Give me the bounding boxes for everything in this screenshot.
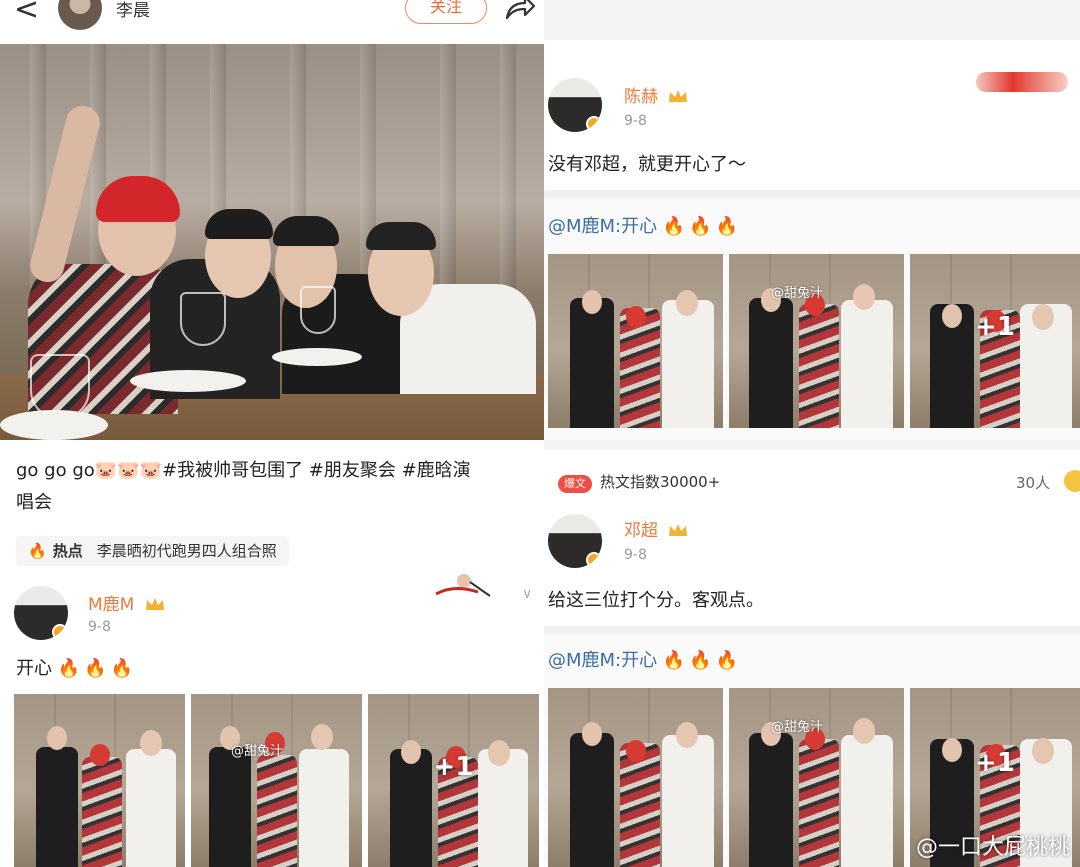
comment-date: 9-8 xyxy=(624,113,647,129)
comment-image-1[interactable] xyxy=(14,694,185,867)
commenter-avatar[interactable] xyxy=(14,586,68,640)
commenter-name-text: M鹿M xyxy=(88,595,135,615)
crown-icon xyxy=(669,90,688,102)
verified-badge-icon xyxy=(586,552,602,568)
fire-emojis: 🔥🔥🔥 xyxy=(662,650,743,671)
mention-link[interactable]: @M鹿M:开心 🔥🔥🔥 xyxy=(548,646,742,672)
hot-index-row: 爆文 热文指数30000+ 30人 xyxy=(544,450,1080,500)
comment-card-chenhe: 陈赫 9-8 没有邓超，就更开心了～ xyxy=(544,40,1080,190)
author-name[interactable]: 李晨 xyxy=(116,0,150,21)
commenter-avatar[interactable] xyxy=(548,78,602,132)
smile-emoji-icon xyxy=(1064,470,1080,492)
commenter-name-text: 陈赫 xyxy=(624,87,658,107)
hot-topic-bar[interactable]: 🔥 热点 李晨晒初代跑男四人组合照 xyxy=(16,536,289,566)
commenter-name[interactable]: M鹿M xyxy=(88,590,166,615)
mention-text: @M鹿M:开心 xyxy=(548,650,658,671)
top-bar: < 李晨 关注 xyxy=(0,0,544,40)
chevron-down-icon[interactable]: ∨ xyxy=(522,586,532,602)
crown-icon xyxy=(669,524,688,536)
hot-label: 热点 xyxy=(52,542,83,560)
comment-image-2[interactable]: @甜兔汁 xyxy=(191,694,362,867)
fire-emojis: 🔥🔥🔥 xyxy=(57,658,137,679)
verified-badge-icon xyxy=(586,116,602,132)
watermark-text: @甜兔汁 xyxy=(771,720,824,735)
fire-emojis: 🔥🔥🔥 xyxy=(662,216,743,237)
commenter-avatar[interactable] xyxy=(548,514,602,568)
post-caption-line1: go go go🐷🐷🐷#我被帅哥包围了 #朋友聚会 #鹿晗演 xyxy=(16,460,471,481)
post-caption-line2: 唱会 xyxy=(16,492,52,513)
sticker-icon xyxy=(435,574,491,597)
mention-link[interactable]: @M鹿M:开心 🔥🔥🔥 xyxy=(548,212,742,238)
comment-image-1[interactable] xyxy=(548,688,723,867)
commenter-name-text: 邓超 xyxy=(624,521,658,541)
watermark-text: @甜兔汁 xyxy=(771,286,824,301)
comment-text: 开心 🔥🔥🔥 xyxy=(16,654,137,680)
comment-image-2[interactable]: @甜兔汁 xyxy=(729,254,904,428)
commenter-name[interactable]: 邓超 xyxy=(624,516,689,541)
post-photo[interactable] xyxy=(0,44,544,440)
comment-text: 没有邓超，就更开心了～ xyxy=(548,154,746,175)
footer-watermark: @一口大屁桃桃 xyxy=(915,835,1070,860)
more-images-count: +1 xyxy=(975,312,1015,343)
follow-button[interactable]: 关注 xyxy=(405,0,487,24)
comment-image-3[interactable]: +1 xyxy=(368,694,539,867)
comment-date: 9-8 xyxy=(624,547,647,563)
mention-text: @M鹿M:开心 xyxy=(548,216,658,237)
comment-date: 9-8 xyxy=(88,619,111,635)
back-button[interactable]: < xyxy=(14,0,44,25)
hot-index[interactable]: 爆文 热文指数30000+ xyxy=(558,472,720,493)
comment-text: 给这三位打个分。客观点。 xyxy=(548,590,764,611)
verified-badge-icon xyxy=(52,624,68,640)
comment-image-1[interactable] xyxy=(548,254,723,428)
comment-text-body: 开心 xyxy=(16,658,52,679)
fire-icon: 🔥 xyxy=(28,542,47,560)
comment-image-2[interactable]: @甜兔汁 xyxy=(729,688,904,867)
comment-card-dengchao: 邓超 9-8 给这三位打个分。客观点。 xyxy=(544,500,1080,626)
divider xyxy=(544,626,1080,634)
divider xyxy=(544,190,1080,198)
avatar[interactable] xyxy=(58,0,102,30)
share-icon[interactable] xyxy=(503,0,537,22)
people-count: 30人 xyxy=(1016,474,1051,492)
hot-badge: 爆文 xyxy=(558,475,592,493)
commenter-name[interactable]: 陈赫 xyxy=(624,82,689,107)
more-images-count: +1 xyxy=(975,748,1015,779)
more-images-count: +1 xyxy=(433,751,474,782)
comment-image-3[interactable]: +1 xyxy=(910,254,1080,428)
quoted-comment-1[interactable]: @M鹿M:开心 🔥🔥🔥 @甜兔汁 +1 xyxy=(544,198,1080,440)
decorative-banner xyxy=(976,72,1068,92)
right-comments-panel: 陈赫 9-8 没有邓超，就更开心了～ @M鹿M:开心 🔥🔥🔥 @甜兔汁 +1 爆… xyxy=(544,0,1080,867)
hot-topic-text: 李晨晒初代跑男四人组合照 xyxy=(96,542,277,560)
hot-index-text: 热文指数30000+ xyxy=(600,473,721,491)
watermark-text: @甜兔汁 xyxy=(231,744,284,759)
left-post-panel: < 李晨 关注 go go go🐷🐷🐷#我被帅哥包围了 #朋友聚会 #鹿晗演 唱… xyxy=(0,0,544,867)
post-caption: go go go🐷🐷🐷#我被帅哥包围了 #朋友聚会 #鹿晗演 唱会 xyxy=(16,455,536,519)
crown-icon xyxy=(145,598,164,610)
